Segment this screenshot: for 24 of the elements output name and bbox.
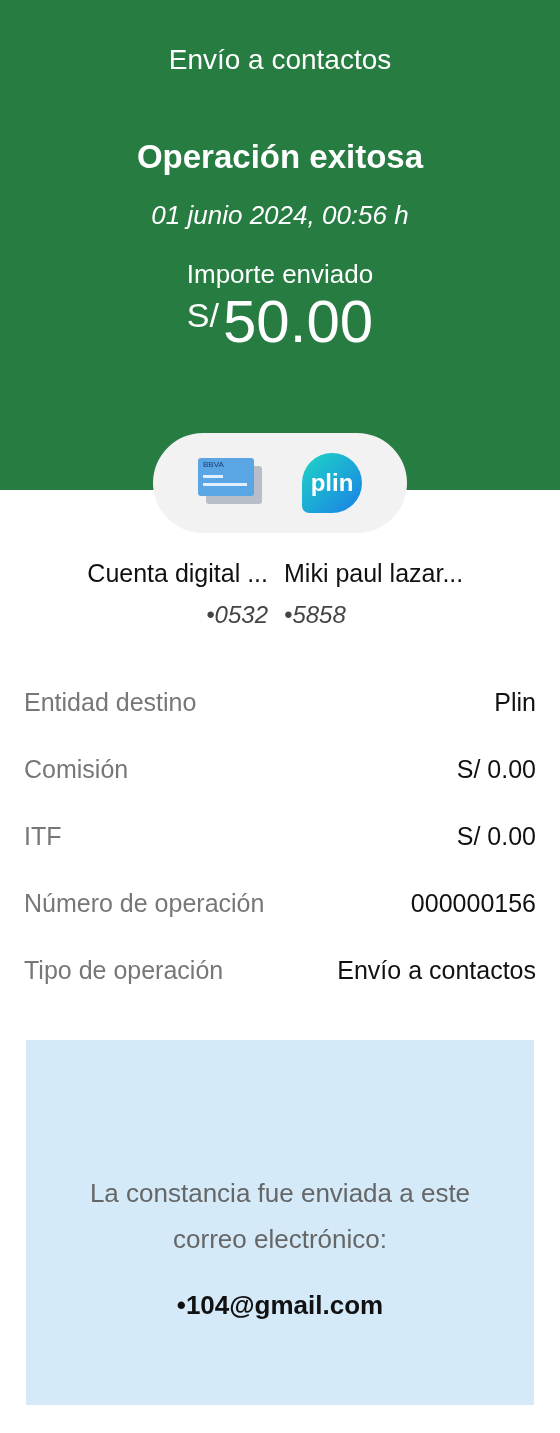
detail-value: S/ 0.00 [456, 755, 536, 784]
detail-value: 000000156 [410, 889, 536, 918]
detail-value: Envío a contactos [337, 956, 536, 985]
datetime: 01 junio 2024, 00:56 h [150, 200, 410, 231]
account-number: •5858 [284, 601, 347, 629]
card-brand: BBVA [203, 460, 224, 469]
detail-label: Entidad destino [24, 688, 197, 717]
amount-value: 50.00 [223, 290, 374, 354]
currency-symbol: S/ [186, 296, 219, 335]
status-heading: Operación exitosa [135, 138, 425, 176]
account-name: Cuenta digital ... [86, 558, 268, 589]
detail-label: ITF [24, 822, 62, 851]
detail-label: Número de operación [24, 889, 265, 918]
detail-value: Plin [494, 688, 536, 717]
detail-label: Comisión [24, 755, 129, 784]
email-address: •104@gmail.com [175, 1290, 385, 1321]
detail-value: S/ 0.00 [456, 822, 536, 851]
plin-logo: plin [302, 453, 362, 513]
detail-label: Tipo de operación [24, 956, 224, 985]
account-name: Miki paul lazar... [284, 558, 465, 589]
account-number: •0532 [205, 601, 268, 629]
amount-label: Importe enviado [185, 259, 375, 290]
screen-title: Envío a contactos [167, 44, 393, 76]
notice-message: La constancia fue enviada a este correo electrónico: [88, 1177, 472, 1256]
